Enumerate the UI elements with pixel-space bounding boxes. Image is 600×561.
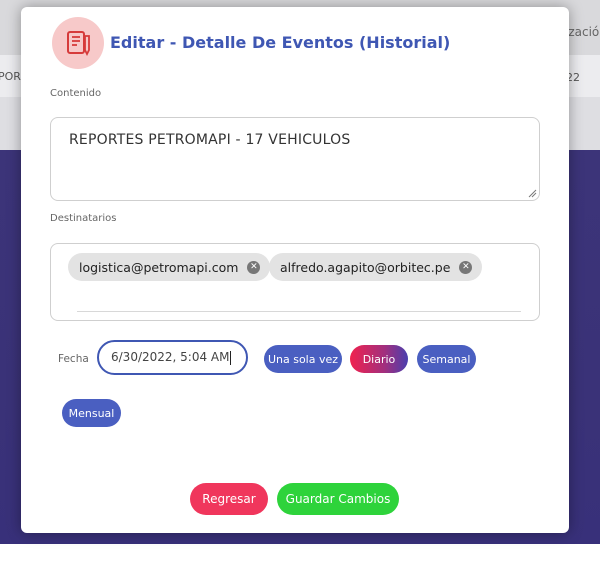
recipient-input-line[interactable] [77, 311, 521, 312]
frequency-option-diario[interactable]: Diario [350, 345, 408, 373]
fecha-value: 6/30/2022, 5:04 AM [111, 350, 230, 364]
save-changes-button[interactable]: Guardar Cambios [277, 483, 399, 515]
text-cursor [230, 350, 232, 365]
contenido-value: REPORTES PETROMAPI - 17 VEHICULOS [69, 132, 351, 148]
contenido-textarea[interactable]: REPORTES PETROMAPI - 17 VEHICULOS [50, 117, 540, 201]
background-header-fragment: ización [565, 25, 600, 39]
recipients-field[interactable]: logistica@petromapi.com ✕ alfredo.agapit… [50, 243, 540, 321]
recipient-chip: alfredo.agapito@orbitec.pe ✕ [269, 253, 483, 281]
recipient-email: logistica@petromapi.com [79, 259, 239, 275]
recipient-email: alfredo.agapito@orbitec.pe [280, 259, 451, 275]
page-bottom-margin [0, 544, 600, 561]
background-column-fragment: POR [0, 70, 21, 83]
fecha-label: Fecha [58, 353, 89, 365]
frequency-option-mensual[interactable]: Mensual [62, 399, 121, 427]
destinatarios-label: Destinatarios [50, 213, 117, 224]
modal-title: Editar - Detalle De Eventos (Historial) [110, 33, 451, 52]
recipient-chip: logistica@petromapi.com ✕ [68, 253, 271, 281]
contenido-label: Contenido [50, 88, 102, 99]
back-button[interactable]: Regresar [190, 483, 268, 515]
frequency-option-semanal[interactable]: Semanal [417, 345, 476, 373]
report-edit-icon [52, 17, 104, 69]
fecha-input[interactable]: 6/30/2022, 5:04 AM [97, 340, 248, 375]
remove-recipient-icon[interactable]: ✕ [459, 260, 473, 274]
frequency-option-una-sola-vez[interactable]: Una sola vez [264, 345, 342, 373]
resize-handle-icon[interactable] [528, 189, 537, 198]
edit-event-modal: Editar - Detalle De Eventos (Historial) … [21, 7, 569, 533]
remove-recipient-icon[interactable]: ✕ [247, 260, 261, 274]
